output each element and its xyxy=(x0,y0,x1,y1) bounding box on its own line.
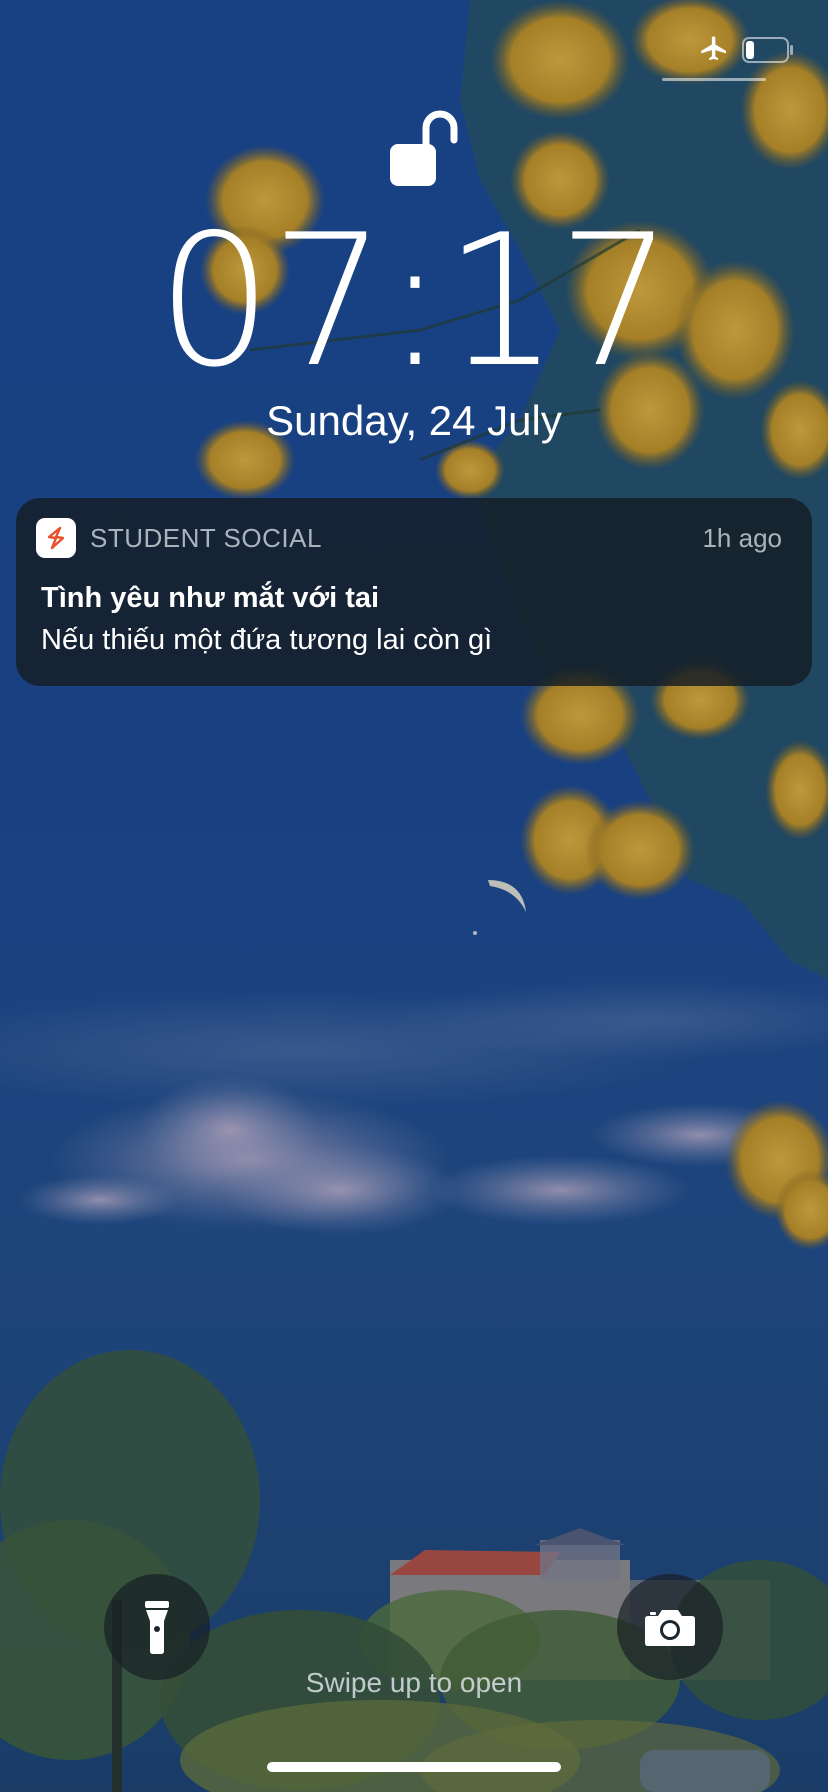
swipe-up-hint: Swipe up to open xyxy=(305,1667,523,1698)
flashlight-icon xyxy=(145,1601,169,1654)
flashlight-button[interactable] xyxy=(104,1574,210,1680)
notification-title: Tình yêu như mắt với tai xyxy=(41,582,380,614)
battery-icon xyxy=(742,37,793,63)
status-bar-indicator xyxy=(662,78,766,81)
notification-card[interactable]: STUDENT SOCIAL 1h ago Tình yêu như mắt v… xyxy=(16,498,812,686)
lock-screen-date: Sunday, 24 July xyxy=(266,397,562,444)
status-bar xyxy=(698,30,794,70)
lock-screen-time: 07:17 xyxy=(156,195,674,407)
notification-body: Nếu thiếu một đứa tương lai còn gì xyxy=(41,624,493,656)
home-indicator[interactable] xyxy=(267,1762,561,1772)
notification-time: 1h ago xyxy=(702,523,782,553)
airplane-icon xyxy=(701,36,726,61)
unlocked-padlock-icon xyxy=(390,110,458,186)
camera-icon xyxy=(645,1610,695,1646)
student-social-app-icon xyxy=(36,518,76,558)
notification-app-name: STUDENT SOCIAL xyxy=(90,523,322,553)
camera-button[interactable] xyxy=(617,1574,723,1680)
